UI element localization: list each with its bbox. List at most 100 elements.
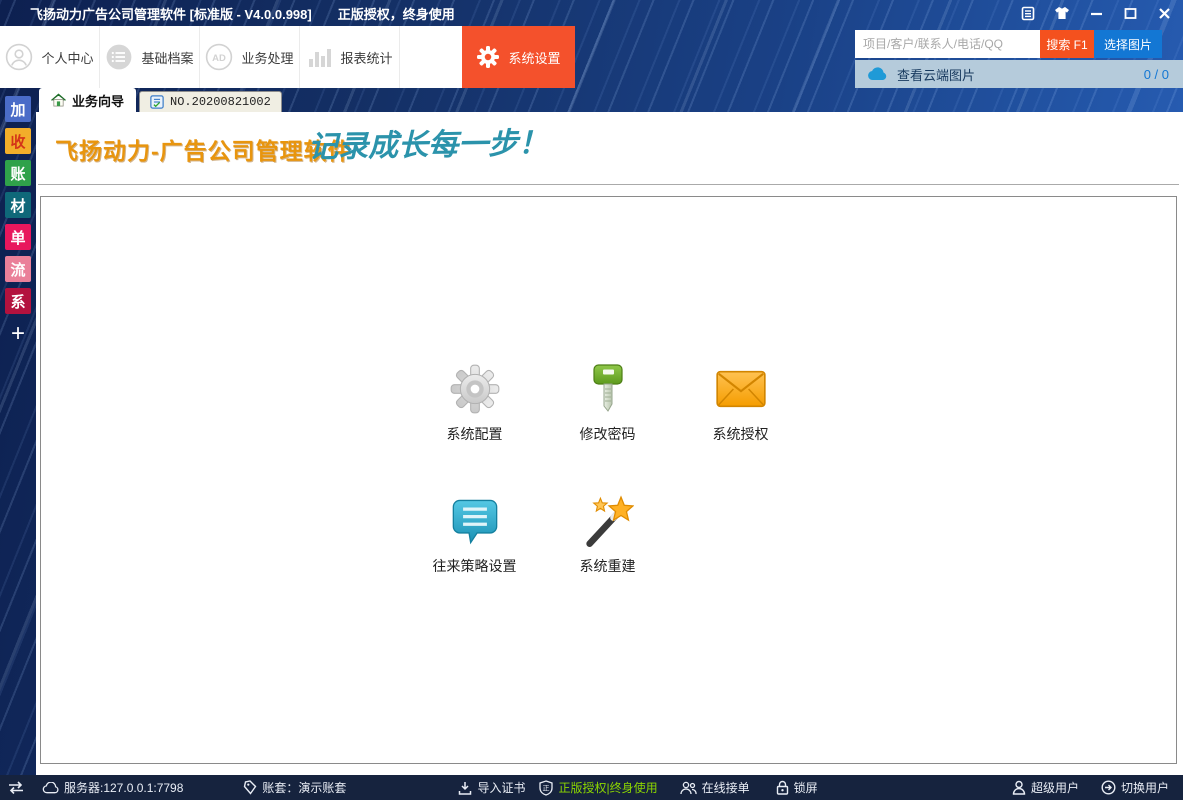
sidebar-item-add[interactable]: 加 — [5, 96, 31, 122]
nav-personal-center[interactable]: 个人中心 — [0, 26, 100, 88]
sidebar-item-order[interactable]: 单 — [5, 224, 31, 250]
import-certificate[interactable]: 导入证书 — [458, 779, 525, 796]
tab-label: NO.20200821002 — [170, 95, 271, 109]
nav-label: 个人中心 — [41, 48, 93, 67]
speech-bubble-icon — [448, 494, 502, 548]
bar-chart-icon — [306, 44, 332, 70]
download-icon — [458, 781, 472, 795]
sidebar-item-label: 系 — [10, 291, 25, 312]
cloud-icon — [42, 782, 59, 794]
tab-bar: 业务向导 NO.20200821002 — [36, 88, 1183, 112]
sidebar-item-system[interactable]: 系 — [5, 288, 31, 314]
nav-label: 基础档案 — [141, 48, 193, 67]
switch-user-button[interactable]: 切换用户 — [1101, 779, 1169, 796]
nav-label: 业务处理 — [241, 48, 293, 67]
nav-system-settings[interactable]: 系统设置 — [462, 26, 575, 88]
wizard-panel: 系统配置 修改密码 系统授权 — [40, 196, 1177, 764]
main-nav: 个人中心 基础档案 AD 业务处理 报表统计 — [0, 26, 462, 88]
cloud-image-bar[interactable]: 查看云端图片 0 / 0 — [855, 60, 1183, 88]
minimize-button[interactable] — [1087, 4, 1105, 22]
nav-label: 报表统计 — [340, 48, 392, 67]
sidebar-item-label: 材 — [10, 195, 25, 216]
sync-toggle[interactable] — [8, 781, 24, 794]
shortcut-label: 修改密码 — [580, 424, 636, 444]
switch-user-label: 切换用户 — [1121, 779, 1169, 796]
skin-icon[interactable] — [1053, 4, 1071, 22]
titlebar-license-text: 正版授权，终身使用 — [338, 4, 455, 23]
nav-basic-archives[interactable]: 基础档案 — [100, 26, 200, 88]
user-icon — [1012, 780, 1026, 795]
sidebar-item-label: 加 — [10, 99, 25, 120]
sidebar-item-receive[interactable]: 收 — [5, 128, 31, 154]
slogan-text: 记录成长每一步！ — [308, 118, 549, 166]
home-icon — [51, 93, 66, 107]
sidebar-item-label: 收 — [10, 131, 25, 152]
magic-wand-icon — [581, 494, 635, 548]
current-user[interactable]: 超级用户 — [1012, 779, 1079, 796]
shortcut-row-2: 往来策略设置 系统重建 — [408, 494, 674, 576]
ad-icon: AD — [205, 43, 233, 71]
select-image-button[interactable]: 选择图片 — [1094, 30, 1162, 58]
account-set-name: 账套：演示账套 — [262, 779, 346, 796]
shortcut-label: 系统配置 — [447, 424, 503, 444]
search-input[interactable] — [855, 30, 1040, 58]
sidebar-item-flow[interactable]: 流 — [5, 256, 31, 282]
maximize-button[interactable] — [1121, 4, 1139, 22]
list-icon — [105, 43, 133, 71]
titlebar: 飞扬动力广告公司管理软件 [标准版 - V4.0.0.998] 正版授权，终身使… — [0, 0, 1183, 26]
shortcut-transaction-strategy[interactable]: 往来策略设置 — [408, 494, 541, 576]
tag-icon — [243, 780, 257, 795]
nav-filler — [400, 26, 462, 88]
sidebar-add-button[interactable]: + — [11, 322, 25, 346]
swap-arrows-icon — [8, 781, 24, 794]
svg-text:AD: AD — [213, 53, 227, 64]
nav-business-processing[interactable]: AD 业务处理 — [200, 26, 300, 88]
lock-icon — [776, 780, 789, 795]
sidebar-item-account[interactable]: 账 — [5, 160, 31, 186]
tab-order-document[interactable]: NO.20200821002 — [139, 91, 282, 112]
cloud-bar-label: 查看云端图片 — [897, 65, 975, 84]
window-title: 飞扬动力广告公司管理软件 [标准版 - V4.0.0.998] — [30, 4, 312, 23]
lock-screen-button[interactable]: 锁屏 — [776, 779, 818, 796]
main-area: 业务向导 NO.20200821002 飞扬动力-广告公司管理软件 记录成长每一… — [36, 88, 1183, 775]
shortcut-label: 系统授权 — [713, 424, 769, 444]
shortcut-label: 系统重建 — [580, 556, 636, 576]
people-icon — [680, 781, 697, 795]
tab-business-wizard[interactable]: 业务向导 — [39, 88, 136, 112]
cloud-image-count: 0 / 0 — [1144, 67, 1169, 82]
search-row: 搜索 F1 选择图片 — [855, 30, 1162, 58]
license-text: 正版授权|终身使用 — [558, 779, 657, 796]
tab-label: 业务向导 — [72, 91, 124, 110]
key-icon — [581, 362, 635, 416]
server-status: 服务器:127.0.0.1:7798 — [42, 779, 183, 796]
shield-icon: 正 — [539, 780, 553, 796]
online-orders-label: 在线接单 — [702, 779, 750, 796]
shortcut-row-1: 系统配置 修改密码 系统授权 — [408, 362, 807, 444]
banner-divider — [38, 184, 1179, 185]
sidebar-item-material[interactable]: 材 — [5, 192, 31, 218]
svg-text:正: 正 — [543, 784, 550, 792]
content-panel: 飞扬动力-广告公司管理软件 记录成长每一步！ 系统配置 修改密码 — [36, 112, 1183, 775]
account-set-status: 账套：演示账套 — [243, 779, 346, 796]
search-button[interactable]: 搜索 F1 — [1040, 30, 1094, 58]
sidebar: 加 收 账 材 单 流 系 + — [0, 88, 36, 775]
shortcut-label: 往来策略设置 — [433, 556, 517, 576]
shortcut-system-authorization[interactable]: 系统授权 — [674, 362, 807, 444]
window-controls — [1019, 0, 1173, 26]
shortcut-system-rebuild[interactable]: 系统重建 — [541, 494, 674, 576]
lock-screen-label: 锁屏 — [794, 779, 818, 796]
arrow-circle-icon — [1101, 780, 1116, 795]
sidebar-item-label: 流 — [10, 259, 25, 280]
import-certificate-label: 导入证书 — [477, 779, 525, 796]
user-icon — [5, 43, 33, 71]
nav-report-statistics[interactable]: 报表统计 — [300, 26, 400, 88]
close-button[interactable] — [1155, 4, 1173, 22]
gear-icon — [448, 362, 502, 416]
sidebar-item-label: 账 — [10, 163, 25, 184]
shortcut-system-config[interactable]: 系统配置 — [408, 362, 541, 444]
nav-label: 系统设置 — [508, 48, 560, 67]
shortcut-change-password[interactable]: 修改密码 — [541, 362, 674, 444]
task-list-icon — [150, 95, 164, 109]
online-orders-button[interactable]: 在线接单 — [680, 779, 750, 796]
notes-icon[interactable] — [1019, 4, 1037, 22]
